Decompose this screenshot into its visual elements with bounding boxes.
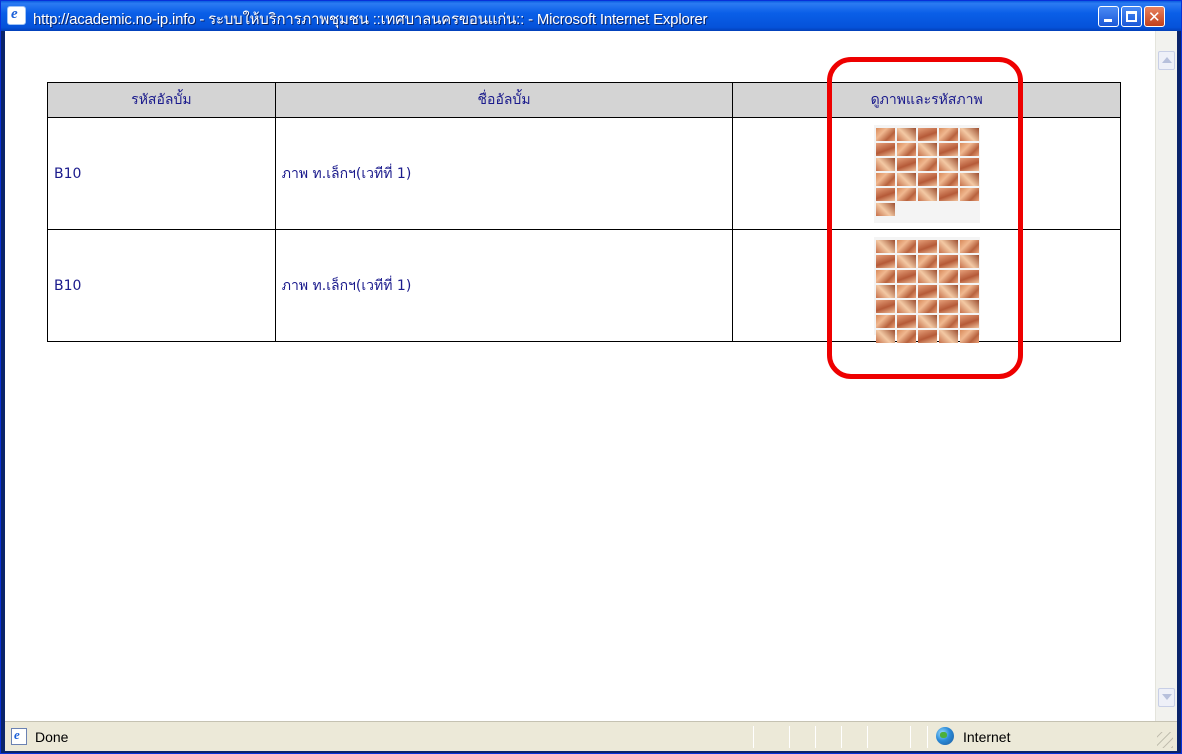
chevron-up-icon — [1162, 57, 1172, 63]
thumbnail-grid — [875, 127, 979, 216]
thumbnail-cell — [732, 229, 1121, 343]
table-row: B10 ภาพ ท.เล็กฯ(เวทีที่ 1) — [47, 117, 1121, 230]
ie-icon[interactable]: e — [7, 6, 26, 25]
resize-grip[interactable] — [1157, 732, 1173, 748]
close-button[interactable]: ✕ — [1144, 6, 1165, 27]
status-divider — [927, 726, 928, 748]
album-name-cell: ภาพ ท.เล็กฯ(เวทีที่ 1) — [274, 117, 734, 230]
header-view-images: ดูภาพและรหัสภาพ — [732, 82, 1121, 118]
minimize-button[interactable] — [1098, 6, 1119, 27]
scroll-up-button[interactable] — [1158, 51, 1175, 70]
globe-icon — [936, 727, 954, 745]
album-table: รหัสอัลบั้ม ชื่ออัลบั้ม ดูภาพและรหัสภาพ … — [47, 82, 1121, 343]
album-code-cell: B10 — [47, 229, 276, 342]
maximize-button[interactable] — [1121, 6, 1142, 27]
security-zone-label: Internet — [963, 729, 1011, 745]
page-content: รหัสอัลบั้ม ชื่ออัลบั้ม ดูภาพและรหัสภาพ … — [5, 31, 1177, 721]
header-album-name: ชื่ออัลบั้ม — [274, 82, 734, 118]
status-bar: e Done Internet — [5, 721, 1177, 751]
table-header-row: รหัสอัลบั้ม ชื่ออัลบั้ม ดูภาพและรหัสภาพ — [47, 82, 1121, 118]
maximize-icon — [1126, 11, 1137, 22]
page-done-icon: e — [11, 727, 27, 745]
thumbnail-grid — [875, 239, 979, 343]
chevron-down-icon — [1162, 694, 1172, 700]
browser-window: e http://academic.no-ip.info - ระบบให้บร… — [0, 0, 1182, 754]
status-divider — [815, 726, 816, 748]
status-text: Done — [35, 729, 69, 745]
minimize-icon — [1104, 19, 1112, 22]
album-name-cell: ภาพ ท.เล็กฯ(เวทีที่ 1) — [274, 229, 734, 342]
title-bar[interactable]: e http://academic.no-ip.info - ระบบให้บร… — [1, 1, 1181, 31]
status-divider — [841, 726, 842, 748]
vertical-scrollbar[interactable] — [1155, 31, 1177, 721]
header-album-code: รหัสอัลบั้ม — [47, 82, 276, 118]
album-thumbnail[interactable] — [873, 236, 980, 343]
status-divider — [789, 726, 790, 748]
album-code-cell: B10 — [47, 117, 276, 230]
window-title: http://academic.no-ip.info - ระบบให้บริก… — [33, 11, 708, 28]
album-thumbnail[interactable] — [873, 124, 980, 223]
close-icon: ✕ — [1148, 8, 1161, 26]
scroll-down-button[interactable] — [1158, 688, 1175, 707]
status-divider — [910, 726, 911, 748]
thumbnail-cell — [732, 117, 1121, 230]
status-divider — [867, 726, 868, 748]
table-row: B10 ภาพ ท.เล็กฯ(เวทีที่ 1) — [47, 229, 1121, 343]
status-divider — [753, 726, 754, 748]
